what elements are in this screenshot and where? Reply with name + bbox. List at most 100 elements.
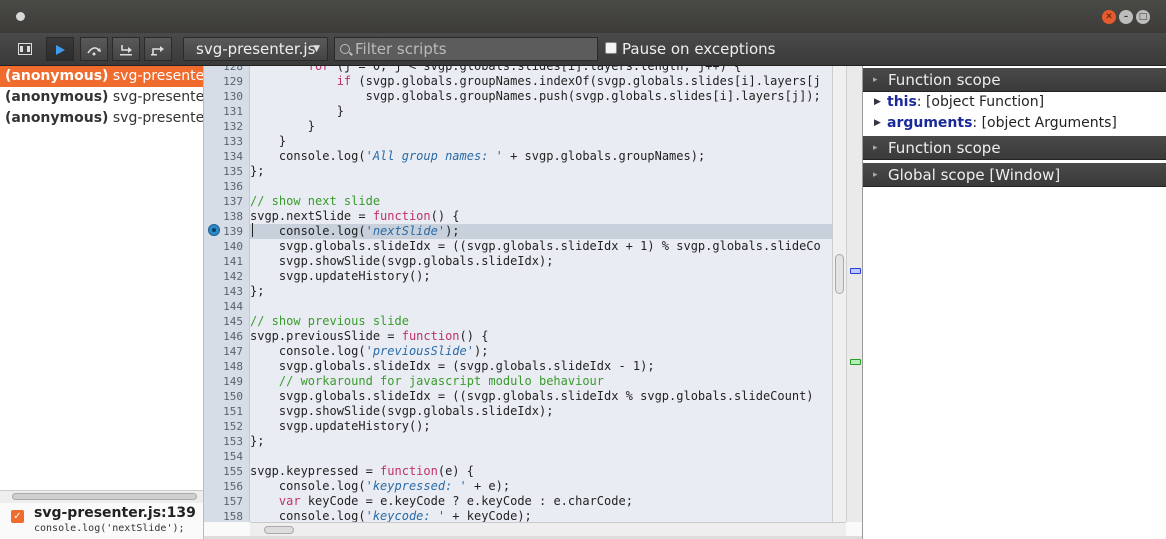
code-line[interactable]: svgp.globals.slideIdx = (svgp.globals.sl… bbox=[250, 359, 832, 374]
code-line[interactable]: svgp.globals.slideIdx = ((svgp.globals.s… bbox=[250, 389, 832, 404]
code-line[interactable]: svgp.updateHistory(); bbox=[250, 269, 832, 284]
line-number[interactable]: 155 bbox=[223, 464, 243, 479]
line-number[interactable]: 158 bbox=[223, 509, 243, 522]
toggle-panes-button[interactable] bbox=[10, 37, 40, 61]
code-line[interactable] bbox=[250, 179, 832, 194]
line-number[interactable]: 147 bbox=[223, 344, 243, 359]
line-number[interactable]: 152 bbox=[223, 419, 243, 434]
step-out-button[interactable] bbox=[144, 37, 172, 61]
line-number[interactable]: 133 bbox=[223, 134, 243, 149]
line-number-gutter[interactable]: 128 129 130 131 132 133 134 135 136 137 138 139 140 1… bbox=[204, 66, 250, 522]
scrollbar-thumb[interactable] bbox=[12, 493, 197, 500]
change-marker[interactable] bbox=[850, 359, 861, 365]
code-line[interactable]: console.log('All group names: ' + svgp.g… bbox=[250, 149, 832, 164]
line-number[interactable]: 142 bbox=[223, 269, 243, 284]
code-line[interactable]: console.log('previousSlide'); bbox=[250, 344, 832, 359]
step-over-button[interactable] bbox=[80, 37, 108, 61]
scope-variable[interactable]: ▶ arguments: [object Arguments] bbox=[863, 113, 1166, 133]
breakpoint-location[interactable]: svg-presenter.js:139 bbox=[34, 505, 196, 521]
line-number[interactable]: 149 bbox=[223, 374, 243, 389]
code-line[interactable]: svgp.globals.slideIdx = ((svgp.globals.s… bbox=[250, 239, 832, 254]
line-number[interactable]: 148 bbox=[223, 359, 243, 374]
code-line[interactable]: if (svgp.globals.groupNames.indexOf(svgp… bbox=[250, 74, 832, 89]
editor-vertical-scrollbar[interactable] bbox=[832, 66, 846, 522]
stack-frame[interactable]: (anonymous) svg-presenter.js bbox=[0, 66, 203, 87]
line-number[interactable]: 141 bbox=[223, 254, 243, 269]
filter-scripts-input[interactable]: Filter scripts bbox=[334, 37, 598, 61]
variable-value: [object Function] bbox=[925, 94, 1045, 110]
code-line[interactable] bbox=[250, 449, 832, 464]
line-number[interactable]: 139 bbox=[223, 224, 243, 239]
pause-on-exceptions-checkbox[interactable] bbox=[605, 42, 617, 54]
line-number[interactable]: 145 bbox=[223, 314, 243, 329]
line-number[interactable]: 131 bbox=[223, 104, 243, 119]
code-line[interactable]: var keyCode = e.keyCode ? e.keyCode : e.… bbox=[250, 494, 832, 509]
code-line[interactable]: svgp.updateHistory(); bbox=[250, 419, 832, 434]
code-line[interactable]: // workaround for javascript modulo beha… bbox=[250, 374, 832, 389]
close-window-button[interactable]: ✕ bbox=[1102, 10, 1116, 24]
code-line[interactable]: svgp.showSlide(svgp.globals.slideIdx); bbox=[250, 254, 832, 269]
code-line[interactable]: console.log('keycode: ' + keyCode); bbox=[250, 509, 832, 522]
maximize-window-button[interactable]: □ bbox=[1136, 10, 1150, 24]
code-line[interactable]: // show previous slide bbox=[250, 314, 832, 329]
code-line[interactable]: console.log('nextSlide'); bbox=[250, 224, 832, 239]
code-editor[interactable]: for (j = 0; j < svgp.globals.slides[i].l… bbox=[250, 66, 832, 522]
code-line[interactable]: }; bbox=[250, 434, 832, 449]
code-line[interactable]: } bbox=[250, 104, 832, 119]
line-number[interactable]: 144 bbox=[223, 299, 243, 314]
stack-frame-function: (anonymous) bbox=[5, 89, 109, 105]
scope-header[interactable]: Function scope bbox=[863, 136, 1166, 160]
line-number[interactable]: 136 bbox=[223, 179, 243, 194]
search-result-marker[interactable] bbox=[850, 268, 861, 274]
line-number[interactable]: 146 bbox=[223, 329, 243, 344]
pause-on-exceptions-label[interactable]: Pause on exceptions bbox=[622, 40, 775, 58]
minimize-window-button[interactable]: – bbox=[1119, 10, 1133, 24]
scope-header[interactable]: Function scope bbox=[863, 68, 1166, 92]
editor-horizontal-scrollbar[interactable] bbox=[250, 522, 846, 537]
line-number[interactable]: 156 bbox=[223, 479, 243, 494]
script-selector[interactable]: svg-presenter.js ▼ bbox=[183, 37, 328, 61]
line-number[interactable]: 128 bbox=[223, 66, 243, 74]
line-number[interactable]: 153 bbox=[223, 434, 243, 449]
code-line[interactable]: }; bbox=[250, 284, 832, 299]
line-number[interactable]: 134 bbox=[223, 149, 243, 164]
code-line[interactable]: svgp.keypressed = function(e) { bbox=[250, 464, 832, 479]
line-number[interactable]: 150 bbox=[223, 389, 243, 404]
stack-frame[interactable]: (anonymous) svg-presenter.js bbox=[0, 108, 203, 129]
line-number[interactable]: 137 bbox=[223, 194, 243, 209]
code-line[interactable]: console.log('keypressed: ' + e); bbox=[250, 479, 832, 494]
line-number[interactable]: 154 bbox=[223, 449, 243, 464]
breakpoints-panel: ✓ svg-presenter.js:139 console.log('next… bbox=[0, 503, 204, 539]
code-line[interactable]: for (j = 0; j < svgp.globals.slides[i].l… bbox=[250, 66, 832, 74]
code-line[interactable]: }; bbox=[250, 164, 832, 179]
line-number[interactable]: 143 bbox=[223, 284, 243, 299]
code-line[interactable]: svgp.showSlide(svgp.globals.slideIdx); bbox=[250, 404, 832, 419]
breakpoint-marker-icon[interactable] bbox=[208, 224, 220, 236]
breakpoint-enabled-checkbox[interactable]: ✓ bbox=[11, 510, 24, 523]
code-line[interactable]: svgp.nextSlide = function() { bbox=[250, 209, 832, 224]
code-line[interactable]: // show next slide bbox=[250, 194, 832, 209]
code-line[interactable]: svgp.previousSlide = function() { bbox=[250, 329, 832, 344]
scrollbar-thumb[interactable] bbox=[264, 526, 294, 534]
resume-button[interactable] bbox=[46, 37, 74, 61]
call-stack-horizontal-scrollbar[interactable] bbox=[0, 490, 204, 503]
line-number[interactable]: 151 bbox=[223, 404, 243, 419]
line-number[interactable]: 138 bbox=[223, 209, 243, 224]
code-line[interactable]: } bbox=[250, 134, 832, 149]
line-number[interactable]: 130 bbox=[223, 89, 243, 104]
expand-triangle-icon[interactable]: ▶ bbox=[874, 113, 881, 133]
line-number[interactable]: 140 bbox=[223, 239, 243, 254]
line-number[interactable]: 157 bbox=[223, 494, 243, 509]
scrollbar-thumb[interactable] bbox=[835, 254, 844, 294]
expand-triangle-icon[interactable]: ▶ bbox=[874, 92, 881, 112]
stack-frame[interactable]: (anonymous) svg-presenter.js bbox=[0, 87, 203, 108]
line-number[interactable]: 135 bbox=[223, 164, 243, 179]
line-number[interactable]: 132 bbox=[223, 119, 243, 134]
code-line[interactable]: svgp.globals.groupNames.push(svgp.global… bbox=[250, 89, 832, 104]
code-line[interactable] bbox=[250, 299, 832, 314]
step-in-button[interactable] bbox=[112, 37, 140, 61]
code-line[interactable]: } bbox=[250, 119, 832, 134]
line-number[interactable]: 129 bbox=[223, 74, 243, 89]
scope-variable[interactable]: ▶ this: [object Function] bbox=[863, 92, 1166, 112]
scope-header[interactable]: Global scope [Window] bbox=[863, 163, 1166, 187]
